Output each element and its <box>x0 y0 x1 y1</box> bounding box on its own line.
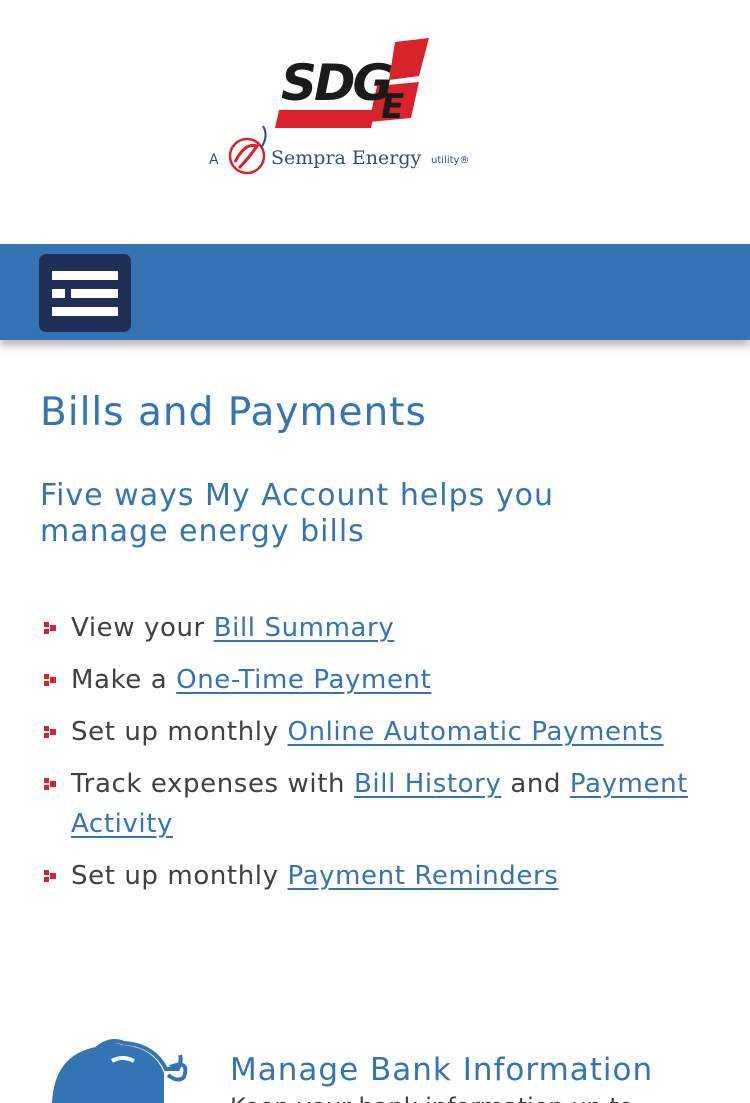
one-time-payment-link[interactable]: One-Time Payment <box>176 665 431 695</box>
bill-history-link[interactable]: Bill History <box>354 769 501 799</box>
arrow-bullet-icon <box>44 622 56 634</box>
svg-text:E: E <box>381 87 404 127</box>
main-content: Bills and Payments Five ways My Account … <box>0 340 750 1103</box>
menu-button[interactable] <box>39 254 131 332</box>
feature-text: View your <box>71 613 214 643</box>
sdge-logo[interactable]: SDG E A Sempra Energy utility® <box>205 36 485 186</box>
bill-summary-link[interactable]: Bill Summary <box>214 613 395 643</box>
feature-item: View your Bill Summary <box>44 608 724 648</box>
payment-reminders-link[interactable]: Payment Reminders <box>287 861 558 891</box>
automatic-payments-link[interactable]: Online Automatic Payments <box>287 717 663 747</box>
site-header: SDG E A Sempra Energy utility® <box>0 0 750 244</box>
arrow-bullet-icon <box>44 726 56 738</box>
feature-list: View your Bill Summary Make a One-Time P… <box>44 608 724 908</box>
feature-text: Set up monthly <box>71 717 288 747</box>
feature-text: Set up monthly <box>71 861 288 891</box>
svg-text:Sempra Energy: Sempra Energy <box>271 147 421 169</box>
feature-text-connector: and <box>501 769 570 799</box>
feature-item: Set up monthly Online Automatic Payments <box>44 712 724 752</box>
manage-bank-title[interactable]: Manage Bank Information <box>230 1050 653 1090</box>
svg-text:SDG: SDG <box>281 54 392 112</box>
feature-item: Set up monthly Payment Reminders <box>44 856 724 896</box>
page: SDG E A Sempra Energy utility® Bills and… <box>0 0 750 1103</box>
svg-text:A: A <box>209 152 219 168</box>
feature-item: Make a One-Time Payment <box>44 660 724 700</box>
arrow-bullet-icon <box>44 870 56 882</box>
arrow-bullet-icon <box>44 778 56 790</box>
manage-bank-description: Keep your bank information up to <box>230 1092 634 1103</box>
feature-item: Track expenses with Bill History and Pay… <box>44 764 724 844</box>
arrow-bullet-icon <box>44 674 56 686</box>
piggy-bank-icon <box>52 1039 188 1103</box>
feature-text: Track expenses with <box>71 769 354 799</box>
top-navbar <box>0 244 750 340</box>
page-subtitle: Five ways My Account helps you manage en… <box>40 478 554 549</box>
page-title: Bills and Payments <box>40 390 427 435</box>
feature-text: Make a <box>71 665 177 695</box>
svg-text:utility®: utility® <box>431 155 469 166</box>
